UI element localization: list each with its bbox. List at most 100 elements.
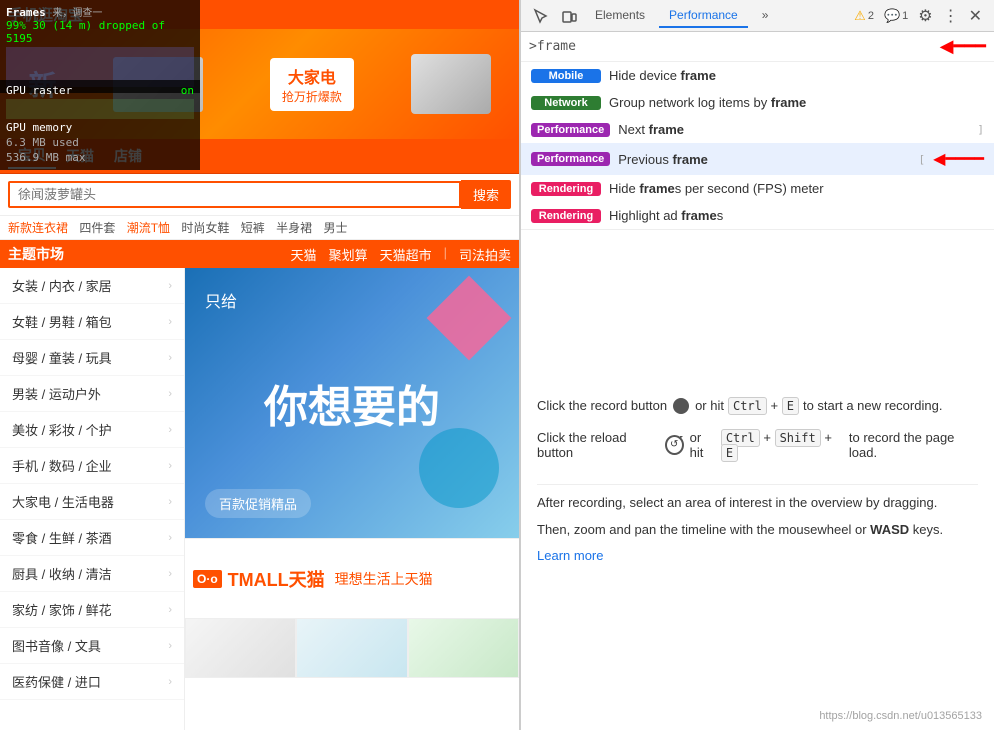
search-button[interactable]: 搜索	[461, 180, 511, 209]
keyword-4[interactable]: 时尚女鞋	[181, 221, 229, 235]
keyword-2[interactable]: 四件套	[79, 221, 115, 235]
suggestion-network[interactable]: Network Group network log items by frame	[521, 89, 994, 116]
main-content: 女装 / 内衣 / 家居 › 女鞋 / 男鞋 / 箱包 › 母婴 / 童装 / …	[0, 268, 519, 730]
cat-link-juhuasuan[interactable]: 聚划算	[329, 245, 368, 264]
arrow-icon-2: ›	[168, 316, 172, 328]
more-options-button[interactable]: ⋮	[939, 2, 963, 30]
record-row: Click the record button or hit Ctrl + E …	[537, 398, 942, 414]
devtools-performance-content: Click the record button or hit Ctrl + E …	[521, 230, 994, 730]
suggestion-rendering-fps[interactable]: Rendering Hide frames per second (FPS) m…	[521, 175, 994, 202]
warning-badge[interactable]: ⚠ 2	[850, 6, 878, 26]
sidebar-item-6[interactable]: 手机 / 数码 / 企业 ›	[0, 448, 184, 484]
keyword-3[interactable]: 潮流T恤	[127, 221, 170, 235]
message-badge[interactable]: 💬 1	[880, 6, 912, 26]
tab-more[interactable]: »	[752, 4, 779, 28]
red-arrow-indicator: ◀━━━	[940, 36, 986, 57]
suggestion-perf-prev[interactable]: Performance Previous frame [ ◀━━━━	[521, 143, 994, 175]
record-text-end: to start a new recording.	[803, 398, 942, 413]
gpu-memory-used: 6.3 MB used	[6, 136, 79, 149]
promo-banner: 只给 你想要的 百款促销精品	[185, 268, 519, 538]
info-text-2: Then, zoom and pan the timeline with the…	[537, 520, 943, 540]
arrow-icon-6: ›	[168, 460, 172, 472]
banner-big-title: 大家电	[282, 64, 342, 88]
tmall-slogan: 理想生活上天猫	[335, 569, 433, 589]
command-input[interactable]	[580, 39, 932, 54]
keyword-1[interactable]: 新款连衣裙	[8, 221, 68, 235]
gpu-memory-max: 536.9 MB max	[6, 151, 85, 164]
close-devtools-button[interactable]: ✕	[965, 2, 986, 30]
suggestion-rendering-ad[interactable]: Rendering Highlight ad frames	[521, 202, 994, 229]
gpu-memory-label: GPU memory	[6, 121, 72, 134]
sidebar-item-12[interactable]: 医药保健 / 进口 ›	[0, 664, 184, 700]
inspect-icon-btn[interactable]	[529, 4, 553, 28]
tab-performance[interactable]: Performance	[659, 4, 748, 28]
suggestion-text-5: Hide frames per second (FPS) meter	[609, 181, 824, 196]
reload-icon: ↺	[665, 435, 684, 455]
keyword-6[interactable]: 半身裙	[276, 221, 312, 235]
learn-more-link[interactable]: Learn more	[537, 548, 603, 563]
sidebar: 女装 / 内衣 / 家居 › 女鞋 / 男鞋 / 箱包 › 母婴 / 童装 / …	[0, 268, 185, 730]
frames-title: Frames	[6, 6, 46, 19]
sidebar-item-1[interactable]: 女装 / 内衣 / 家居 ›	[0, 268, 184, 304]
suggestion-text-3: Next frame	[618, 122, 684, 137]
sidebar-item-7[interactable]: 大家电 / 生活电器 ›	[0, 484, 184, 520]
cat-link-tianmao[interactable]: 天猫	[291, 245, 317, 264]
search-input[interactable]	[8, 181, 461, 208]
suggestion-text-4: Previous frame	[618, 152, 708, 167]
content-area: 只给 你想要的 百款促销精品 O·o TMALL天猫 理想生活上天猫	[185, 268, 519, 730]
cat-link-sifa[interactable]: 司法拍卖	[459, 245, 511, 264]
reload-shortcut: Ctrl + Shift + E	[721, 430, 845, 460]
sidebar-item-11[interactable]: 图书音像 / 文具 ›	[0, 628, 184, 664]
badge-performance-2: Performance	[531, 152, 610, 166]
sidebar-item-9[interactable]: 厨具 / 收纳 / 清洁 ›	[0, 556, 184, 592]
cat-link-chaoshi[interactable]: 天猫超市	[380, 245, 432, 264]
cat-links: 天猫 聚划算 天猫超市 | 司法拍卖	[291, 245, 511, 264]
arrow-icon-11: ›	[168, 640, 172, 652]
reload-text-before: Click the reload button	[537, 430, 659, 460]
sidebar-item-3[interactable]: 母婴 / 童装 / 玩具 ›	[0, 340, 184, 376]
keyword-7[interactable]: 男士	[323, 221, 347, 235]
cat-divider: |	[444, 245, 447, 264]
tab-elements[interactable]: Elements	[585, 4, 655, 28]
keywords-bar: 新款连衣裙 四件套 潮流T恤 时尚女鞋 短裤 半身裙 男士	[0, 216, 519, 240]
banner-big-sub: 抢万折爆款	[282, 88, 342, 105]
arrow-icon-8: ›	[168, 532, 172, 544]
suggestion-mobile[interactable]: Mobile Hide device frame	[521, 62, 994, 89]
cat-nav-title: 主题市场	[8, 244, 64, 264]
devtools-right-icons: ⚠ 2 💬 1 ⚙ ⋮ ✕	[850, 2, 986, 30]
tmall-logo-text: TMALL天猫	[228, 566, 325, 592]
badge-performance-1: Performance	[531, 123, 610, 137]
command-bar: >frame ◀━━━	[521, 32, 994, 62]
reload-row: Click the reload button ↺ or hit Ctrl + …	[537, 430, 978, 460]
info-text-1: After recording, select an area of inter…	[537, 493, 937, 513]
product-img-3	[408, 618, 519, 678]
arrow-icon-10: ›	[168, 604, 172, 616]
sidebar-item-4[interactable]: 男装 / 运动户外 ›	[0, 376, 184, 412]
search-bar: 搜索	[0, 174, 519, 216]
device-toolbar-btn[interactable]	[557, 4, 581, 28]
arrow-icon-7: ›	[168, 496, 172, 508]
arrow-icon-3: ›	[168, 352, 172, 364]
arrow-icon-5: ›	[168, 424, 172, 436]
banner-product-img	[411, 54, 491, 114]
command-prompt: >frame	[529, 39, 576, 54]
suggestion-perf-next[interactable]: Performance Next frame ]	[521, 116, 994, 143]
browser-panel: Frames 来，调查一 99% 30 (14 m) dropped of 51…	[0, 0, 520, 730]
red-arrow-perf: ◀━━━━	[933, 149, 984, 169]
suggestions-list: Mobile Hide device frame Network Group n…	[521, 62, 994, 230]
sidebar-item-8[interactable]: 零食 / 生鲜 / 茶酒 ›	[0, 520, 184, 556]
badge-mobile: Mobile	[531, 69, 601, 83]
record-circle-icon	[673, 398, 689, 414]
gpu-box: GPU raster on GPU memory 6.3 MB used 536…	[0, 80, 200, 170]
keyword-5[interactable]: 短裤	[241, 221, 265, 235]
message-count: 1	[902, 10, 908, 22]
suggestion-text-2: Group network log items by frame	[609, 95, 806, 110]
record-text-before: Click the record button	[537, 398, 667, 413]
sidebar-item-10[interactable]: 家纺 / 家饰 / 鲜花 ›	[0, 592, 184, 628]
sidebar-item-5[interactable]: 美妆 / 彩妆 / 个护 ›	[0, 412, 184, 448]
tmall-banner: O·o TMALL天猫 理想生活上天猫	[185, 538, 519, 618]
sidebar-item-2[interactable]: 女鞋 / 男鞋 / 箱包 ›	[0, 304, 184, 340]
frames-stats: 99% 30 (14 m) dropped of 5195	[6, 19, 194, 45]
settings-button[interactable]: ⚙	[914, 2, 936, 30]
warning-icon: ⚠	[854, 8, 866, 24]
